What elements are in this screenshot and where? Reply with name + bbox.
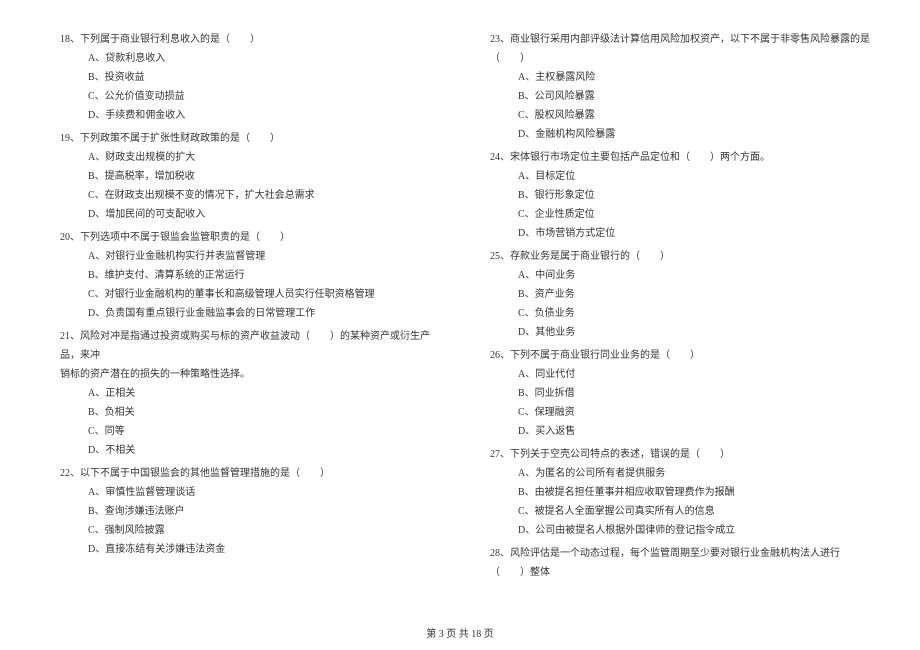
question-22: 22、以下不属于中国银监会的其他监督管理措施的是（ ） A、审慎性监督管理谈话 … (60, 464, 440, 559)
option-a: A、贷款利息收入 (60, 49, 440, 68)
option-b: B、公司风险暴露 (490, 87, 870, 106)
question-num: 21 (60, 331, 70, 342)
stem-text: 存款业务是属于商业银行的（ ） (510, 251, 670, 262)
question-num: 26 (490, 350, 500, 361)
stem-text: 风险对冲是指通过投资或购买与标的资产收益波动（ ）的某种资产或衍生产品，来冲 (60, 331, 430, 361)
question-num: 24 (490, 152, 500, 163)
question-stem: 22、以下不属于中国银监会的其他监督管理措施的是（ ） (60, 464, 440, 483)
question-num: 18 (60, 34, 70, 45)
question-20: 20、下列选项中不属于银监会监管职责的是（ ） A、对银行业金融机构实行并表监督… (60, 228, 440, 323)
stem-line-2: 销标的资产潜在的损失的一种策略性选择。 (60, 365, 440, 384)
option-c: C、在财政支出规模不变的情况下，扩大社会总需求 (60, 186, 440, 205)
question-stem: 27、下列关于空壳公司特点的表述，错误的是（ ） (490, 445, 870, 464)
option-d: D、其他业务 (490, 323, 870, 342)
option-d: D、手续费和佣金收入 (60, 106, 440, 125)
stem-text: 下列属于商业银行利息收入的是（ ） (80, 34, 260, 45)
option-a: A、同业代付 (490, 365, 870, 384)
stem-text: 下列选项中不属于银监会监管职责的是（ ） (80, 232, 290, 243)
option-a: A、为匿名的公司所有者提供服务 (490, 464, 870, 483)
option-a: A、目标定位 (490, 167, 870, 186)
stem-text: 商业银行采用内部评级法计算信用风险加权资产，以下不属于非零售风险暴露的是（ ） (490, 34, 870, 64)
stem-text: 下列政策不属于扩张性财政政策的是（ ） (80, 133, 280, 144)
left-column: 18、下列属于商业银行利息收入的是（ ） A、贷款利息收入 B、投资收益 C、公… (60, 30, 440, 610)
option-b: B、银行形象定位 (490, 186, 870, 205)
question-26: 26、下列不属于商业银行同业业务的是（ ） A、同业代付 B、同业拆借 C、保理… (490, 346, 870, 441)
option-d: D、负责国有重点银行业金融监事会的日常管理工作 (60, 304, 440, 323)
option-c: C、同等 (60, 422, 440, 441)
option-c: C、被提名人全面掌握公司真实所有人的信息 (490, 502, 870, 521)
option-a: A、正相关 (60, 384, 440, 403)
option-b: B、由被提名担任董事并相应收取管理费作为报酬 (490, 483, 870, 502)
question-stem: 24、宋体银行市场定位主要包括产品定位和（ ）两个方面。 (490, 148, 870, 167)
question-num: 20 (60, 232, 70, 243)
option-d: D、直接冻结有关涉嫌违法资金 (60, 540, 440, 559)
right-column: 23、商业银行采用内部评级法计算信用风险加权资产，以下不属于非零售风险暴露的是（… (490, 30, 870, 610)
stem-text: 下列关于空壳公司特点的表述，错误的是（ ） (510, 449, 730, 460)
question-18: 18、下列属于商业银行利息收入的是（ ） A、贷款利息收入 B、投资收益 C、公… (60, 30, 440, 125)
option-c: C、保理融资 (490, 403, 870, 422)
question-25: 25、存款业务是属于商业银行的（ ） A、中间业务 B、资产业务 C、负债业务 … (490, 247, 870, 342)
option-b: B、资产业务 (490, 285, 870, 304)
option-c: C、股权风险暴露 (490, 106, 870, 125)
option-d: D、市场营销方式定位 (490, 224, 870, 243)
option-b: B、维护支付、清算系统的正常运行 (60, 266, 440, 285)
question-stem: 28、风险评估是一个动态过程，每个监管周期至少要对银行业金融机构法人进行（ ）整… (490, 544, 870, 582)
option-c: C、公允价值变动损益 (60, 87, 440, 106)
question-num: 22 (60, 468, 70, 479)
question-stem: 18、下列属于商业银行利息收入的是（ ） (60, 30, 440, 49)
question-23: 23、商业银行采用内部评级法计算信用风险加权资产，以下不属于非零售风险暴露的是（… (490, 30, 870, 144)
question-num: 23 (490, 34, 500, 45)
option-c: C、对银行业金融机构的董事长和高级管理人员实行任职资格管理 (60, 285, 440, 304)
question-num: 19 (60, 133, 70, 144)
page-content: 18、下列属于商业银行利息收入的是（ ） A、贷款利息收入 B、投资收益 C、公… (60, 30, 870, 610)
stem-text: 风险评估是一个动态过程，每个监管周期至少要对银行业金融机构法人进行（ ）整体 (490, 548, 840, 578)
option-b: B、负相关 (60, 403, 440, 422)
question-stem: 26、下列不属于商业银行同业业务的是（ ） (490, 346, 870, 365)
page-footer: 第 3 页 共 18 页 (0, 625, 920, 640)
question-stem: 20、下列选项中不属于银监会监管职责的是（ ） (60, 228, 440, 247)
question-num: 25 (490, 251, 500, 262)
option-a: A、审慎性监督管理谈话 (60, 483, 440, 502)
question-num: 27 (490, 449, 500, 460)
option-a: A、对银行业金融机构实行并表监督管理 (60, 247, 440, 266)
stem-text: 宋体银行市场定位主要包括产品定位和（ ）两个方面。 (510, 152, 770, 163)
option-d: D、金融机构风险暴露 (490, 125, 870, 144)
option-b: B、同业拆借 (490, 384, 870, 403)
question-24: 24、宋体银行市场定位主要包括产品定位和（ ）两个方面。 A、目标定位 B、银行… (490, 148, 870, 243)
stem-text: 下列不属于商业银行同业业务的是（ ） (510, 350, 700, 361)
option-a: A、中间业务 (490, 266, 870, 285)
option-d: D、增加民间的可支配收入 (60, 205, 440, 224)
option-b: B、投资收益 (60, 68, 440, 87)
option-d: D、买入返售 (490, 422, 870, 441)
question-stem: 21、风险对冲是指通过投资或购买与标的资产收益波动（ ）的某种资产或衍生产品，来… (60, 327, 440, 365)
option-b: B、查询涉嫌违法账户 (60, 502, 440, 521)
question-stem: 23、商业银行采用内部评级法计算信用风险加权资产，以下不属于非零售风险暴露的是（… (490, 30, 870, 68)
question-27: 27、下列关于空壳公司特点的表述，错误的是（ ） A、为匿名的公司所有者提供服务… (490, 445, 870, 540)
question-num: 28 (490, 548, 500, 559)
option-d: D、公司由被提名人根据外国律师的登记指令成立 (490, 521, 870, 540)
option-b: B、提高税率，增加税收 (60, 167, 440, 186)
option-c: C、负债业务 (490, 304, 870, 323)
option-c: C、强制风险披露 (60, 521, 440, 540)
option-d: D、不相关 (60, 441, 440, 460)
question-stem: 25、存款业务是属于商业银行的（ ） (490, 247, 870, 266)
option-a: A、财政支出规模的扩大 (60, 148, 440, 167)
question-19: 19、下列政策不属于扩张性财政政策的是（ ） A、财政支出规模的扩大 B、提高税… (60, 129, 440, 224)
question-28: 28、风险评估是一个动态过程，每个监管周期至少要对银行业金融机构法人进行（ ）整… (490, 544, 870, 582)
option-c: C、企业性质定位 (490, 205, 870, 224)
question-stem: 19、下列政策不属于扩张性财政政策的是（ ） (60, 129, 440, 148)
option-a: A、主权暴露风险 (490, 68, 870, 87)
stem-text: 以下不属于中国银监会的其他监督管理措施的是（ ） (80, 468, 330, 479)
question-21: 21、风险对冲是指通过投资或购买与标的资产收益波动（ ）的某种资产或衍生产品，来… (60, 327, 440, 460)
